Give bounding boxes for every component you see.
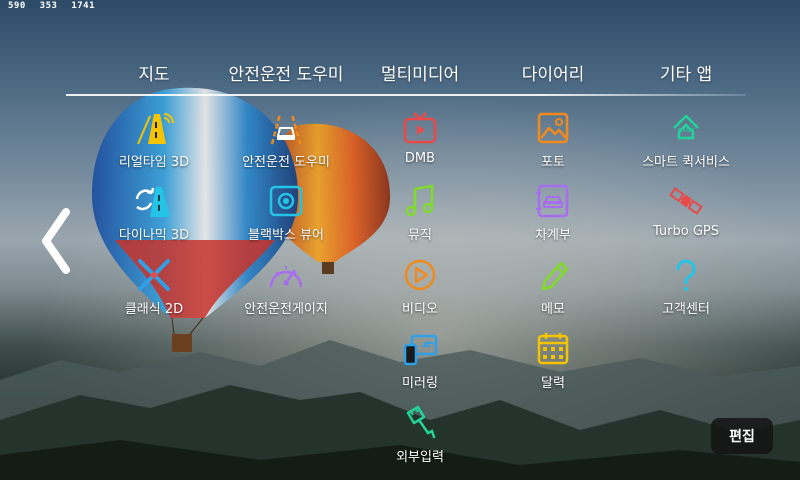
camera-icon bbox=[269, 185, 303, 217]
tv-icon bbox=[403, 112, 437, 144]
app-label: 스마트 퀵서비스 bbox=[642, 155, 730, 170]
app-label: 리얼타임 3D bbox=[118, 155, 190, 170]
app-label: 비디오 bbox=[402, 302, 438, 317]
tab-safety-assistant[interactable]: 안전운전 도우미 bbox=[229, 60, 344, 85]
dynamic-3d-icon bbox=[135, 187, 170, 217]
app-music[interactable]: 뮤직 bbox=[345, 183, 495, 243]
app-safety-gauge[interactable]: 안전운전게이지 bbox=[211, 257, 361, 317]
photo-icon bbox=[537, 112, 569, 144]
edit-button[interactable]: 편집 bbox=[711, 418, 773, 454]
app-label: Turbo GPS bbox=[652, 224, 720, 239]
satellite-icon bbox=[669, 187, 703, 215]
app-label: 미러링 bbox=[402, 376, 438, 391]
app-calendar[interactable]: 달력 bbox=[478, 331, 628, 391]
app-label: 블랙박스 뷰어 bbox=[248, 228, 324, 243]
status-readout: 590 353 1741 bbox=[8, 1, 96, 11]
app-label: 안전운전 도우미 bbox=[242, 155, 330, 170]
car-ledger-icon bbox=[536, 184, 569, 218]
app-label: 다이나믹 3D bbox=[118, 228, 190, 243]
app-realtime-3d[interactable]: 리얼타임 3D bbox=[79, 110, 229, 170]
pencil-icon bbox=[541, 261, 569, 291]
app-label: 고객센터 bbox=[662, 302, 710, 317]
play-icon bbox=[404, 259, 436, 291]
smart-badge-text: SMART bbox=[678, 128, 696, 134]
question-icon bbox=[676, 259, 696, 291]
mirroring-icon bbox=[403, 334, 438, 366]
tab-map[interactable]: 지도 bbox=[138, 60, 169, 85]
music-note-icon bbox=[405, 184, 434, 217]
app-dynamic-3d[interactable]: 다이나믹 3D bbox=[79, 183, 229, 243]
realtime-3d-icon bbox=[137, 113, 174, 145]
usb-plug-icon bbox=[406, 405, 436, 439]
app-turbo-gps[interactable]: Turbo GPS bbox=[611, 183, 761, 243]
app-safety-assistant[interactable]: 안전운전 도우미 bbox=[211, 110, 361, 170]
classic-2d-icon bbox=[138, 259, 170, 291]
app-label: 안전운전게이지 bbox=[244, 302, 328, 317]
app-label: 외부입력 bbox=[396, 450, 444, 465]
tab-diary[interactable]: 다이어리 bbox=[522, 60, 585, 85]
app-mirroring[interactable]: 미러링 bbox=[345, 331, 495, 391]
app-video[interactable]: 비디오 bbox=[345, 257, 495, 317]
chevron-left-icon bbox=[42, 208, 70, 274]
app-label: 포토 bbox=[541, 155, 565, 170]
app-dmb[interactable]: DMB bbox=[345, 110, 495, 170]
smart-home-icon: SMART bbox=[673, 114, 699, 140]
app-label: DMB bbox=[404, 151, 436, 166]
app-car-ledger[interactable]: 차계부 bbox=[478, 183, 628, 243]
app-customer-center[interactable]: 고객센터 bbox=[611, 257, 761, 317]
app-smart-quick-service[interactable]: SMART 스마트 퀵서비스 bbox=[611, 110, 761, 170]
lane-car-icon bbox=[270, 113, 302, 145]
app-label: 메모 bbox=[541, 302, 565, 317]
app-label: 뮤직 bbox=[408, 228, 432, 243]
app-label: 차계부 bbox=[535, 228, 571, 243]
gauge-icon bbox=[269, 266, 303, 288]
calendar-icon bbox=[537, 333, 569, 365]
app-photo[interactable]: 포토 bbox=[478, 110, 628, 170]
app-memo[interactable]: 메모 bbox=[478, 257, 628, 317]
app-blackbox-viewer[interactable]: 블랙박스 뷰어 bbox=[211, 183, 361, 243]
back-button[interactable] bbox=[36, 206, 76, 276]
app-external-input[interactable]: 외부입력 bbox=[345, 405, 495, 465]
app-classic-2d[interactable]: 클래식 2D bbox=[79, 257, 229, 317]
tab-multimedia[interactable]: 멀티미디어 bbox=[381, 60, 459, 85]
app-label: 클래식 2D bbox=[124, 302, 184, 317]
category-tabs: 지도 안전운전 도우미 멀티미디어 다이어리 기타 앱 bbox=[0, 60, 800, 88]
app-label: 달력 bbox=[541, 376, 565, 391]
tab-underline bbox=[66, 94, 746, 96]
tab-other-apps[interactable]: 기타 앱 bbox=[660, 60, 712, 85]
